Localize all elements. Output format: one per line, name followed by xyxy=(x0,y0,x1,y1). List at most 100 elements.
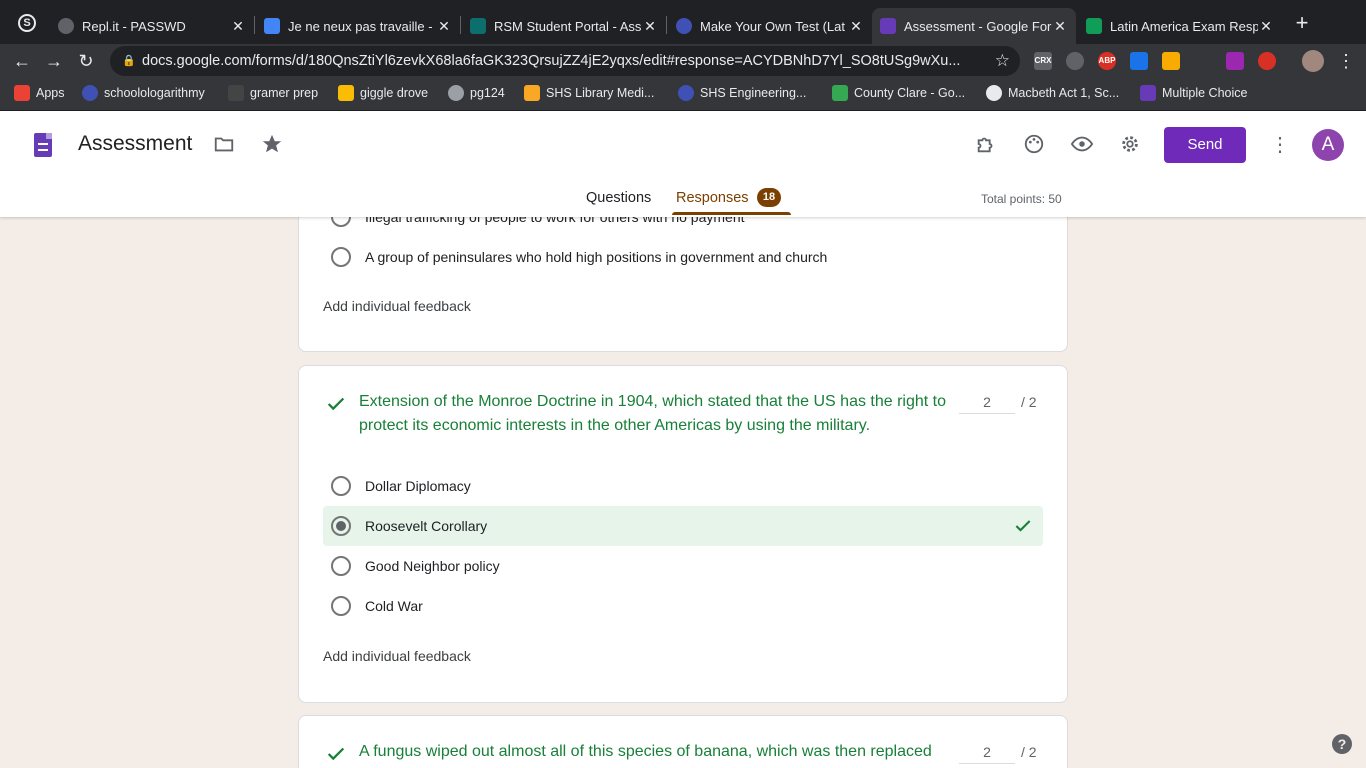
extension-icon[interactable] xyxy=(1258,52,1276,70)
answer-option[interactable]: Dollar Diplomacy xyxy=(323,466,1043,506)
extension-icon[interactable] xyxy=(1226,52,1244,70)
bookmark-label: pg124 xyxy=(470,86,505,100)
bookmark-star-icon[interactable]: ☆ xyxy=(995,51,1010,71)
close-tab-icon[interactable]: ✕ xyxy=(436,18,452,35)
rsm-icon xyxy=(470,18,486,34)
avatar[interactable]: A xyxy=(1312,129,1344,161)
form-title[interactable]: Assessment xyxy=(78,132,192,156)
radio-button[interactable] xyxy=(331,556,351,576)
profile-avatar[interactable] xyxy=(1302,50,1324,72)
new-tab-icon[interactable]: + xyxy=(1290,12,1314,36)
score-input[interactable]: 2 xyxy=(959,390,1015,414)
bookmark-item[interactable]: giggle drove xyxy=(338,85,428,101)
tab-separator xyxy=(460,16,461,34)
maps-icon xyxy=(832,85,848,101)
total-points: Total points: 50 xyxy=(981,192,1062,206)
schoology-icon xyxy=(678,85,694,101)
tab-separator xyxy=(254,16,255,34)
bookmark-item[interactable]: gramer prep xyxy=(228,85,318,101)
answer-option[interactable]: A group of peninsulares who hold high po… xyxy=(323,237,1043,277)
tab-questions[interactable]: Questions xyxy=(586,190,651,206)
bookmark-item[interactable]: schoolologarithmy xyxy=(82,85,205,101)
browser-tab-active[interactable]: Assessment - Google For ✕ xyxy=(872,8,1076,44)
puzzle-addon-icon[interactable] xyxy=(974,133,998,157)
browser-tab[interactable]: Latin America Exam Resp ✕ xyxy=(1078,8,1282,44)
radio-button[interactable] xyxy=(331,476,351,496)
bookmark-label: giggle drove xyxy=(360,86,429,100)
bookmark-item[interactable]: Macbeth Act 1, Sc... xyxy=(986,85,1119,101)
bookmark-label: gramer prep xyxy=(250,86,319,100)
bookmark-item[interactable]: Multiple Choice xyxy=(1140,85,1247,101)
extension-icon[interactable] xyxy=(1130,52,1148,70)
add-feedback-link[interactable]: Add individual feedback xyxy=(323,648,471,664)
extension-icon[interactable] xyxy=(1162,52,1180,70)
crx-extension-icon[interactable]: CRX xyxy=(1034,52,1052,70)
chrome-menu-icon[interactable]: ⋮ xyxy=(1334,49,1358,73)
option-label: Dollar Diplomacy xyxy=(365,478,471,494)
tab-title: Assessment - Google For xyxy=(904,18,1052,34)
more-options-icon[interactable]: ⋮ xyxy=(1270,131,1290,159)
forms-icon xyxy=(880,18,896,34)
chrome-profile-icon[interactable]: S xyxy=(18,14,36,32)
question-card: Extension of the Monroe Doctrine in 1904… xyxy=(298,365,1068,703)
address-bar[interactable]: 🔒 docs.google.com/forms/d/180QnsZtiYl6ze… xyxy=(110,46,1020,76)
folder-icon[interactable] xyxy=(212,133,236,157)
radio-button[interactable] xyxy=(331,596,351,616)
owl-extension-icon[interactable] xyxy=(1066,52,1084,70)
radio-button-selected[interactable] xyxy=(331,516,351,536)
schoology-icon xyxy=(82,85,98,101)
grammar-icon xyxy=(228,85,244,101)
question-text: Extension of the Monroe Doctrine in 1904… xyxy=(359,393,947,434)
lock-icon: 🔒 xyxy=(122,55,136,67)
add-feedback-link[interactable]: Add individual feedback xyxy=(323,298,471,314)
bookmark-item[interactable]: SHS Engineering... xyxy=(678,85,806,101)
palette-icon[interactable] xyxy=(1022,133,1046,157)
close-tab-icon[interactable]: ✕ xyxy=(230,18,246,35)
score-input[interactable]: 2 xyxy=(959,740,1015,764)
bookmark-apps[interactable]: Apps xyxy=(14,85,65,101)
response-count-badge: 18 xyxy=(757,188,781,207)
close-tab-icon[interactable]: ✕ xyxy=(1258,18,1274,35)
drive-icon xyxy=(338,85,354,101)
tab-title: Repl.it - PASSWD xyxy=(82,18,186,34)
bookmark-item[interactable]: County Clare - Go... xyxy=(832,85,965,101)
google-forms-icon[interactable] xyxy=(34,133,52,157)
close-tab-icon[interactable]: ✕ xyxy=(642,18,658,35)
answer-option[interactable]: Cold War xyxy=(323,586,1043,626)
tab-responses[interactable]: Responses xyxy=(676,190,749,206)
library-icon xyxy=(524,85,540,101)
replit-icon xyxy=(58,18,74,34)
chart-icon xyxy=(986,85,1002,101)
option-label: Good Neighbor policy xyxy=(365,558,500,574)
radio-button[interactable] xyxy=(331,247,351,267)
correct-check-icon xyxy=(327,747,345,761)
close-tab-icon[interactable]: ✕ xyxy=(1052,18,1068,35)
send-button[interactable]: Send xyxy=(1164,127,1246,163)
reload-icon[interactable]: ↻ xyxy=(74,49,98,73)
option-label: Cold War xyxy=(365,598,423,614)
back-icon[interactable]: ← xyxy=(10,49,34,73)
browser-tab[interactable]: RSM Student Portal - Ass ✕ xyxy=(462,8,666,44)
bookmark-item[interactable]: SHS Library Medi... xyxy=(524,85,654,101)
bookmark-label: County Clare - Go... xyxy=(854,86,966,100)
score-max: / 2 xyxy=(1021,744,1037,760)
preview-eye-icon[interactable] xyxy=(1070,133,1094,157)
help-icon[interactable]: ? xyxy=(1332,734,1352,754)
sheets-icon xyxy=(1086,18,1102,34)
star-icon[interactable] xyxy=(260,133,284,157)
url-text: docs.google.com/forms/d/180QnsZtiYl6zevk… xyxy=(142,53,961,69)
browser-tab[interactable]: Je ne neux pas travaille - ✕ xyxy=(256,8,460,44)
forward-icon[interactable]: → xyxy=(42,49,66,73)
bookmark-item[interactable]: pg124 xyxy=(448,85,505,101)
browser-tab[interactable]: Repl.it - PASSWD ✕ xyxy=(50,8,254,44)
bookmark-label: Apps xyxy=(36,86,65,100)
browser-tab[interactable]: Make Your Own Test (Lat ✕ xyxy=(668,8,872,44)
adblock-extension-icon[interactable]: ABP xyxy=(1098,52,1116,70)
option-label: Roosevelt Corollary xyxy=(365,518,488,534)
close-tab-icon[interactable]: ✕ xyxy=(848,18,864,35)
question-card: A fungus wiped out almost all of this sp… xyxy=(298,715,1068,768)
answer-option-selected-correct[interactable]: Roosevelt Corollary xyxy=(323,506,1043,546)
settings-gear-icon[interactable] xyxy=(1118,133,1142,157)
answer-option[interactable]: Good Neighbor policy xyxy=(323,546,1043,586)
correct-check-icon xyxy=(1015,520,1031,532)
